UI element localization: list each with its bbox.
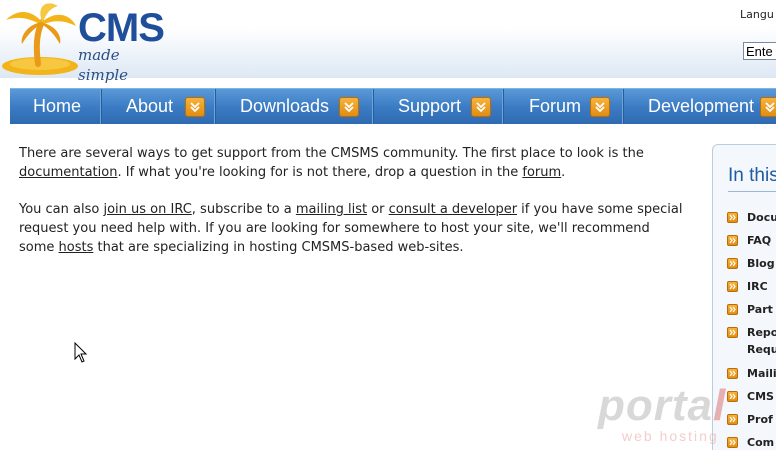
sidebar-title: In this — [728, 165, 776, 186]
cms-logo[interactable]: CMS made simple — [0, 0, 172, 84]
nav-label: About — [126, 96, 174, 116]
language-label: Langu — [740, 8, 774, 21]
sidebar-item[interactable]: Docu — [727, 209, 776, 226]
site-header: CMS made simple Langu — [0, 0, 776, 84]
palm-island-icon — [2, 3, 78, 75]
main-nav: Home About Downloads Support Forum Devel… — [10, 88, 776, 124]
divider — [728, 191, 776, 192]
mouse-pointer-icon — [74, 342, 88, 363]
sidebar-item-label: Repo Requ — [747, 326, 776, 356]
sidebar-item[interactable]: Part — [727, 301, 773, 318]
double-chevron-right-icon — [727, 304, 738, 315]
chevron-down-icon[interactable] — [760, 97, 776, 117]
nav-item-about[interactable]: About — [102, 89, 216, 124]
nav-label: Home — [33, 96, 82, 116]
chevron-down-icon[interactable] — [339, 97, 359, 117]
double-chevron-right-icon — [727, 281, 738, 292]
forum-link[interactable]: forum — [522, 165, 561, 180]
sidebar-item[interactable]: Repo Requ — [727, 324, 776, 358]
nav-item-downloads[interactable]: Downloads — [216, 89, 374, 124]
double-chevron-right-icon — [727, 258, 738, 269]
sidebar-item[interactable]: IRC — [727, 278, 768, 295]
sidebar-item-label: Docu — [747, 211, 776, 224]
nav-label: Forum — [529, 96, 582, 116]
logo-wordmark: CMS — [78, 6, 165, 50]
support-intro-paragraph: There are several ways to get support fr… — [19, 146, 644, 180]
sidebar-item[interactable]: Maili — [727, 365, 776, 382]
sidebar-item-label: IRC — [747, 280, 768, 293]
sidebar-item[interactable]: FAQ — [727, 232, 771, 249]
consult-developer-link[interactable]: consult a developer — [389, 202, 517, 217]
hosts-link[interactable]: hosts — [59, 240, 94, 255]
double-chevron-right-icon — [727, 235, 738, 246]
sidebar-item-label: Part — [747, 303, 773, 316]
nav-item-forum[interactable]: Forum — [504, 89, 624, 124]
nav-item-support[interactable]: Support — [374, 89, 504, 124]
sidebar-item-label: Blog — [747, 257, 775, 270]
nav-item-home[interactable]: Home — [10, 89, 102, 124]
chevron-down-icon[interactable] — [471, 97, 491, 117]
logo-tagline: made simple — [78, 46, 128, 84]
nav-item-development[interactable]: Development — [624, 89, 776, 124]
nav-label: Downloads — [240, 96, 330, 116]
nav-label: Development — [648, 96, 755, 116]
double-chevron-right-icon — [727, 212, 738, 223]
main-content: There are several ways to get support fr… — [19, 144, 689, 275]
chevron-down-icon[interactable] — [590, 97, 610, 117]
double-chevron-right-icon — [727, 368, 738, 379]
sidebar-item[interactable]: Blog — [727, 255, 775, 272]
sidebar-item-label: Maili — [747, 367, 776, 380]
nav-label: Support — [398, 96, 462, 116]
support-options-paragraph: You can also join us on IRC, subscribe t… — [19, 202, 683, 255]
sidebar-item-label: FAQ — [747, 234, 772, 247]
mailing-list-link[interactable]: mailing list — [296, 202, 367, 217]
search-input[interactable] — [743, 42, 776, 60]
portal-watermark-logo: portal web hosting — [598, 381, 727, 445]
chevron-down-icon[interactable] — [185, 97, 205, 117]
double-chevron-right-icon — [727, 327, 738, 338]
documentation-link[interactable]: documentation — [19, 165, 117, 180]
irc-link[interactable]: join us on IRC — [103, 202, 191, 217]
